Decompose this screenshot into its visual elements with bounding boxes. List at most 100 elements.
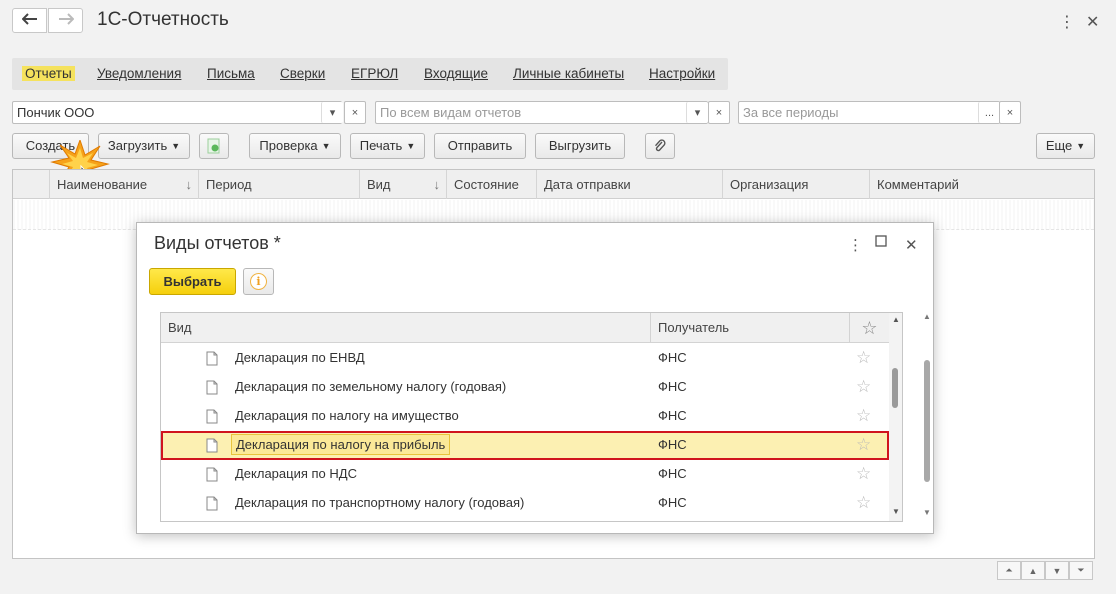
report-type-field[interactable]: По всем видам отчетов bbox=[375, 101, 708, 124]
sort-down-icon: ↓ bbox=[433, 177, 441, 192]
column-header-send-date[interactable]: Дата отправки bbox=[536, 170, 722, 199]
star-icon[interactable]: ☆ bbox=[856, 464, 871, 484]
report-type-name: Декларация по земельному налогу (годовая… bbox=[235, 379, 507, 394]
table-scrollbar[interactable]: ▲ ▼ bbox=[889, 313, 902, 521]
print-button[interactable]: Печать ▼ bbox=[350, 133, 425, 159]
chevron-down-icon: ▾ bbox=[329, 107, 336, 119]
period-field[interactable]: За все периоды bbox=[738, 101, 1000, 124]
column-header-organization[interactable]: Организация bbox=[722, 170, 869, 199]
list-item[interactable]: Декларация по земельному налогу (годовая… bbox=[161, 373, 889, 402]
recipient: ФНС bbox=[658, 379, 687, 394]
star-icon[interactable]: ☆ bbox=[856, 435, 871, 455]
more-vertical-icon[interactable]: ⋮ bbox=[1059, 12, 1075, 32]
document-icon bbox=[206, 409, 218, 427]
document-icon bbox=[206, 467, 218, 485]
close-icon[interactable]: ✕ bbox=[905, 236, 918, 254]
forward-button[interactable] bbox=[48, 8, 83, 33]
caret-down-icon: ▼ bbox=[406, 141, 416, 151]
export-excel-button[interactable] bbox=[199, 133, 229, 159]
caret-down-icon: ▼ bbox=[171, 141, 181, 151]
scroll-up-icon[interactable]: ▲ bbox=[923, 312, 931, 321]
page-up-icon: ▲ bbox=[1028, 565, 1038, 576]
send-button[interactable]: Отправить bbox=[434, 133, 526, 159]
more-vertical-icon[interactable]: ⋮ bbox=[848, 236, 863, 254]
recipient: ФНС bbox=[658, 495, 687, 510]
report-types-table: Вид Получатель ☆ Декларация по ЕНВД ФНС … bbox=[160, 312, 903, 522]
chevron-down-icon: ▾ bbox=[694, 107, 701, 119]
document-icon bbox=[206, 438, 218, 456]
report-type-name: Декларация по транспортному налогу (годо… bbox=[235, 495, 525, 510]
document-icon bbox=[206, 496, 218, 514]
organization-dropdown-button[interactable]: ▾ bbox=[321, 102, 343, 123]
load-button[interactable]: Загрузить ▼ bbox=[98, 133, 190, 159]
select-button[interactable]: Выбрать bbox=[149, 268, 236, 295]
more-button-label: Еще bbox=[1045, 138, 1073, 153]
column-header-recipient[interactable]: Получатель bbox=[650, 313, 849, 343]
menu-item-reconciliations[interactable]: Сверки bbox=[280, 66, 325, 81]
period-select-button[interactable]: ... bbox=[978, 102, 1000, 123]
menu-item-letters[interactable]: Письма bbox=[207, 66, 255, 81]
list-item[interactable]: Декларация по ЕНВД ФНС ☆ bbox=[161, 344, 889, 373]
column-header-name[interactable]: Наименование ↓ bbox=[49, 170, 198, 199]
export-button-label: Выгрузить bbox=[548, 138, 612, 153]
scroll-up-button[interactable]: ▲ bbox=[1021, 561, 1045, 580]
scrollbar-thumb[interactable] bbox=[924, 360, 930, 482]
maximize-icon[interactable] bbox=[875, 234, 887, 251]
scroll-down-button[interactable]: ▼ bbox=[1045, 561, 1069, 580]
dialog-scrollbar[interactable]: ▲ ▼ bbox=[921, 312, 933, 522]
section-menu: Отчеты Уведомления Письма Сверки ЕГРЮЛ В… bbox=[12, 58, 728, 90]
column-header-type[interactable]: Вид ↓ bbox=[359, 170, 446, 199]
close-icon[interactable]: ✕ bbox=[1086, 12, 1099, 32]
report-type-dropdown-button[interactable]: ▾ bbox=[686, 102, 708, 123]
scroll-last-button[interactable]: ⏷ bbox=[1069, 561, 1093, 580]
column-header-comment[interactable]: Комментарий bbox=[869, 170, 1095, 199]
star-icon[interactable]: ☆ bbox=[856, 493, 871, 513]
scroll-down-icon[interactable]: ▼ bbox=[892, 507, 900, 516]
dialog-title: Виды отчетов * bbox=[154, 233, 281, 253]
load-button-label: Загрузить bbox=[107, 138, 168, 153]
last-page-icon: ⏷ bbox=[1077, 565, 1085, 575]
menu-item-incoming[interactable]: Входящие bbox=[424, 66, 488, 81]
list-item[interactable]: Декларация по налогу на имущество ФНС ☆ bbox=[161, 402, 889, 431]
period-clear-button[interactable]: × bbox=[999, 101, 1021, 124]
info-icon: i bbox=[250, 273, 267, 290]
more-button[interactable]: Еще ▼ bbox=[1036, 133, 1095, 159]
list-item[interactable]: Декларация по НДС ФНС ☆ bbox=[161, 460, 889, 489]
page-down-icon: ▼ bbox=[1052, 565, 1062, 576]
recipient: ФНС bbox=[658, 437, 687, 452]
arrow-left-icon bbox=[21, 13, 38, 28]
organization-clear-button[interactable]: × bbox=[344, 101, 366, 124]
info-button[interactable]: i bbox=[243, 268, 274, 295]
menu-item-reports[interactable]: Отчеты bbox=[22, 66, 75, 81]
attach-button[interactable] bbox=[645, 133, 675, 159]
organization-field[interactable]: Пончик ООО bbox=[12, 101, 342, 124]
list-item[interactable]: Декларация по транспортному налогу (годо… bbox=[161, 489, 889, 518]
menu-item-personal-accounts[interactable]: Личные кабинеты bbox=[513, 66, 624, 81]
column-header-vid[interactable]: Вид bbox=[161, 313, 650, 343]
column-header-favorite[interactable]: ☆ bbox=[849, 313, 889, 343]
star-icon[interactable]: ☆ bbox=[856, 406, 871, 426]
scroll-first-button[interactable]: ⏶ bbox=[997, 561, 1021, 580]
star-icon[interactable]: ☆ bbox=[856, 348, 871, 368]
star-icon[interactable]: ☆ bbox=[856, 377, 871, 397]
sort-down-icon: ↓ bbox=[185, 177, 193, 192]
menu-item-settings[interactable]: Настройки bbox=[649, 66, 715, 81]
first-page-icon: ⏶ bbox=[1005, 565, 1013, 575]
back-button[interactable] bbox=[12, 8, 47, 33]
recipient: ФНС bbox=[658, 350, 687, 365]
menu-item-egrul[interactable]: ЕГРЮЛ bbox=[351, 66, 398, 81]
clear-icon: × bbox=[715, 106, 723, 119]
menu-item-notifications[interactable]: Уведомления bbox=[97, 66, 181, 81]
document-icon bbox=[206, 351, 218, 369]
reports-list-header: Наименование ↓ Период Вид ↓ Состояние Да… bbox=[13, 170, 1094, 199]
report-type-clear-button[interactable]: × bbox=[708, 101, 730, 124]
export-button[interactable]: Выгрузить bbox=[535, 133, 625, 159]
scroll-down-icon[interactable]: ▼ bbox=[923, 508, 931, 517]
check-button[interactable]: Проверка ▼ bbox=[249, 133, 341, 159]
column-header-state[interactable]: Состояние bbox=[446, 170, 536, 199]
list-item-selected[interactable]: Декларация по налогу на прибыль ФНС ☆ bbox=[161, 431, 889, 460]
column-header-period[interactable]: Период bbox=[198, 170, 359, 199]
send-button-label: Отправить bbox=[447, 138, 513, 153]
scroll-up-icon[interactable]: ▲ bbox=[892, 315, 900, 324]
scrollbar-thumb[interactable] bbox=[892, 368, 898, 408]
